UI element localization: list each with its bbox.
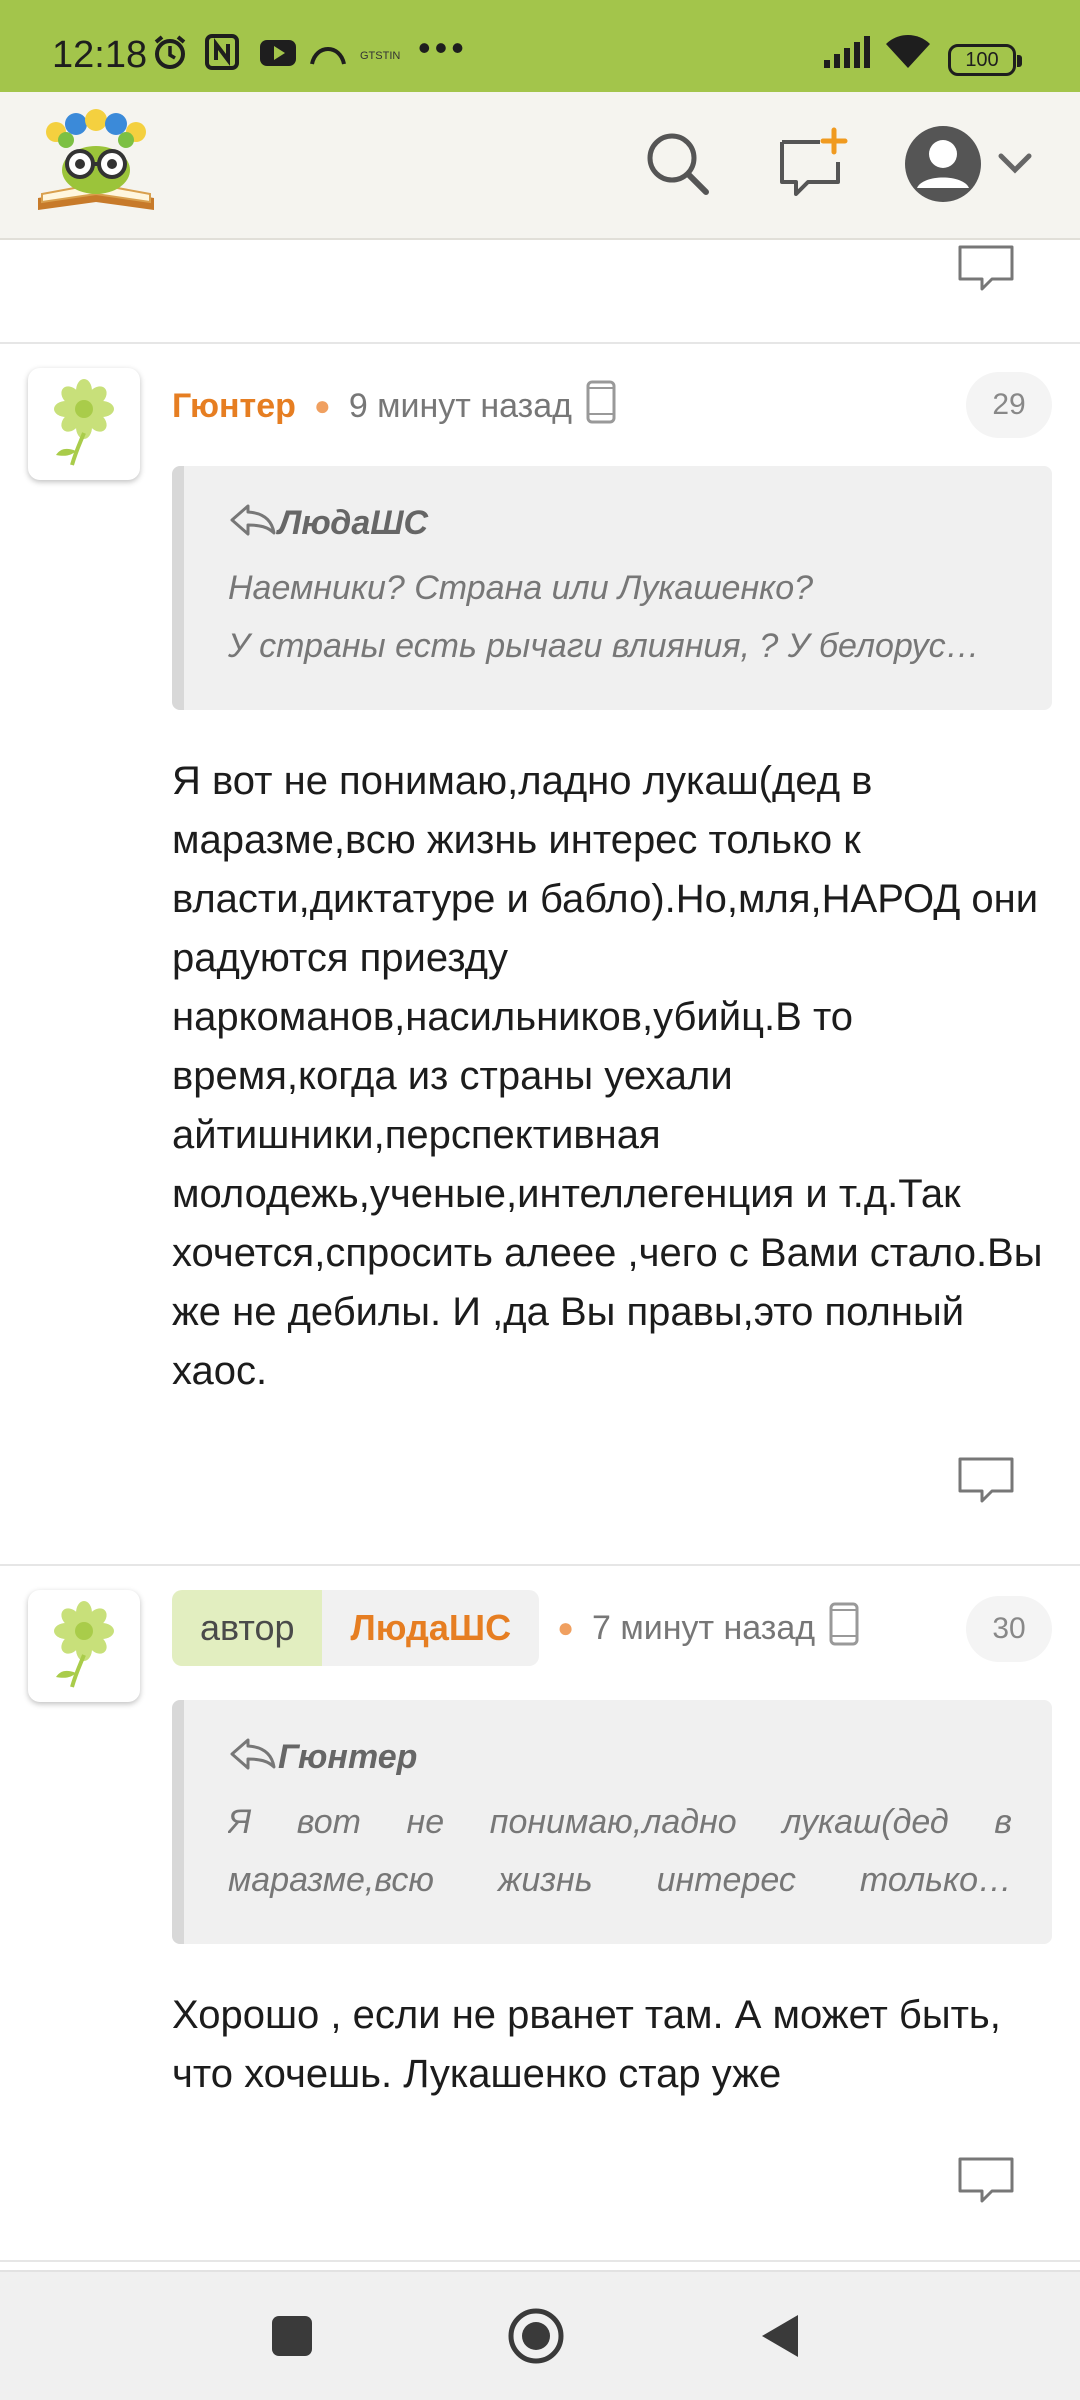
reply-arrow-icon (228, 1736, 278, 1779)
comment-divider (0, 342, 1080, 344)
wifi-icon (884, 32, 932, 72)
speech-bubble-icon (956, 1455, 1016, 1510)
reply-button[interactable] (952, 240, 1020, 300)
comment-time: 9 минут назад (348, 386, 572, 425)
quote-author: Гюнтер (278, 1738, 418, 1776)
comment-meta: автор ЛюдаШС ● 7 минут назад (172, 1590, 859, 1666)
arc-app-icon (308, 32, 348, 72)
avatar[interactable] (28, 1590, 140, 1702)
system-navigation-bar (0, 2270, 1080, 2400)
back-button[interactable] (744, 2302, 816, 2374)
quote-header: ЛюдаШС (228, 502, 1012, 545)
flower-icon (44, 377, 124, 472)
comment-username[interactable]: ЛюдаШС (322, 1590, 540, 1666)
status-time: 12:18 (52, 34, 148, 76)
profile-menu-button[interactable] (898, 124, 1038, 208)
comment-divider (0, 1564, 1080, 1566)
comment-divider (0, 2260, 1080, 2262)
author-label-box: автор ЛюдаШС (172, 1590, 540, 1666)
reply-arrow-icon (228, 502, 278, 545)
home-button[interactable] (500, 2302, 572, 2374)
comment-text: Я вот не понимаю,ладно лукаш(дед в мараз… (172, 759, 1043, 1393)
site-logo-icon[interactable] (32, 106, 160, 218)
quoted-comment[interactable]: ЛюдаШС Наемники? Страна или Лукашенко? У… (172, 466, 1052, 710)
more-notifications-dots: ••• (418, 27, 468, 68)
quote-text-line: Наемники? Страна или Лукашенко? (228, 569, 814, 607)
search-icon (642, 128, 714, 205)
comment-number-badge[interactable]: 30 (966, 1596, 1052, 1662)
search-button[interactable] (636, 124, 720, 208)
comment-number-badge[interactable]: 29 (966, 372, 1052, 438)
battery-indicator: 100 (948, 44, 1022, 76)
quoted-comment[interactable]: Гюнтер Я вот не понимаю,ладно лукаш(дед … (172, 1700, 1052, 1944)
comment-meta: Гюнтер ● 9 минут назад (172, 368, 616, 444)
nfc-icon (204, 32, 240, 72)
comment-time: 7 минут назад (591, 1608, 816, 1647)
mobile-device-icon (829, 1602, 859, 1655)
alarm-icon (150, 32, 190, 72)
status-mini-text: GTSTIN (360, 50, 401, 62)
avatar[interactable] (28, 368, 140, 480)
comment-username[interactable]: Гюнтер (172, 387, 296, 426)
new-message-icon (776, 126, 852, 207)
app-header (0, 92, 1080, 240)
quote-author: ЛюдаШС (278, 504, 429, 542)
new-post-button[interactable] (772, 124, 856, 208)
signal-icon (822, 32, 874, 72)
quote-text-line: У страны есть рычаги влияния, ? У белору… (228, 627, 980, 665)
user-avatar-icon (903, 124, 983, 209)
mobile-device-icon (586, 380, 616, 433)
youtube-icon (258, 32, 298, 72)
reply-button[interactable] (952, 1452, 1020, 1512)
square-icon (270, 2314, 314, 2363)
meta-separator: ● (557, 1612, 574, 1643)
meta-separator: ● (313, 390, 331, 421)
speech-bubble-icon (956, 2155, 1016, 2210)
recents-button[interactable] (256, 2302, 328, 2374)
back-triangle-icon (756, 2311, 804, 2366)
status-bar: 12:18 GTSTIN ••• 100 (0, 0, 1080, 92)
comment-text: Хорошо , если не рванет там. А может быт… (172, 1993, 1001, 2096)
reply-button[interactable] (952, 2152, 1020, 2212)
comment-feed: Гюнтер ● 9 минут назад 29 ЛюдаШС Наемник… (0, 240, 1080, 2270)
speech-bubble-icon (956, 243, 1016, 298)
quote-header: Гюнтер (228, 1736, 1012, 1779)
author-tag: автор (172, 1590, 323, 1666)
chevron-down-icon (997, 152, 1033, 181)
quote-text-line: маразме,всю жизнь интерес только… (228, 1861, 1012, 1899)
quote-text-line: Я вот не понимаю,ладно лукаш(дед в (228, 1803, 1012, 1841)
home-circle-icon (506, 2306, 566, 2371)
flower-icon (44, 1599, 124, 1694)
